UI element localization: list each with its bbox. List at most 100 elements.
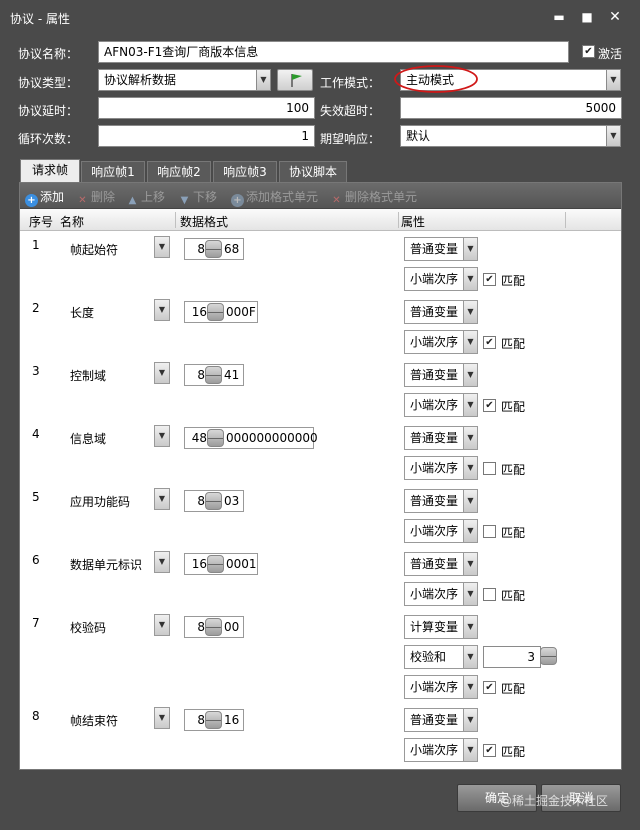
data-format-field[interactable]: 48 000000000000 [184,427,318,449]
delete-format-unit-button[interactable]: ✕ 删除格式单元 [330,188,417,207]
chevron-down-icon[interactable]: ▼ [606,125,621,147]
variable-type-select[interactable]: 普通变量 ▼ [404,237,478,261]
data-format-field[interactable]: 16 000F [184,301,258,323]
byte-order-select[interactable]: 小端次序 ▼ [404,675,478,699]
chevron-down-icon[interactable]: ▼ [463,645,478,669]
chevron-down-icon[interactable]: ▼ [463,456,478,480]
tab-response-frame-1[interactable]: 响应帧1 [81,161,145,183]
move-down-button[interactable]: ▼ 下移 [178,188,217,207]
chevron-down-icon[interactable]: ▼ [154,299,170,321]
match-checkbox[interactable]: ✔ [483,681,496,694]
maximize-icon[interactable]: ■ [578,8,596,26]
chevron-down-icon[interactable]: ▼ [463,708,478,732]
byte-order-select[interactable]: 小端次序 ▼ [404,519,478,543]
calc-method-select[interactable]: 校验和 ▼ [404,645,478,669]
chevron-down-icon[interactable]: ▼ [606,69,621,91]
chevron-down-icon[interactable]: ▼ [463,738,478,762]
stepper-knob[interactable] [540,647,557,665]
data-format-field[interactable]: 8 00 [184,616,244,638]
tab-protocol-script[interactable]: 协议脚本 [279,161,347,183]
name-input[interactable]: AFN03-F1查询厂商版本信息 [98,41,569,63]
data-format-field[interactable]: 8 03 [184,490,244,512]
byte-order-select[interactable]: 小端次序 ▼ [404,330,478,354]
match-checkbox[interactable]: ✔ [483,744,496,757]
match-checkbox[interactable]: ✔ [483,336,496,349]
variable-type-select[interactable]: 普通变量 ▼ [404,300,478,324]
chevron-down-icon[interactable]: ▼ [463,615,478,639]
variable-type-select[interactable]: 普通变量 ▼ [404,552,478,576]
byte-order-select[interactable]: 小端次序 ▼ [404,393,478,417]
data-format-field[interactable]: 16 0001 [184,553,258,575]
chevron-down-icon[interactable]: ▼ [463,552,478,576]
match-label: 匹配 [501,274,526,288]
chevron-down-icon[interactable]: ▼ [154,488,170,510]
format-knob[interactable] [205,618,222,636]
byte-order-select[interactable]: 小端次序 ▼ [404,582,478,606]
chevron-down-icon[interactable]: ▼ [154,551,170,573]
match-checkbox[interactable] [483,525,496,538]
match-checkbox[interactable]: ✔ [483,273,496,286]
variable-type-select[interactable]: 普通变量 ▼ [404,708,478,732]
chevron-down-icon[interactable]: ▼ [463,426,478,450]
format-knob[interactable] [207,303,224,321]
title-bar: 协议 - 属性 ▬ ■ ✕ [0,0,640,34]
add-format-unit-button[interactable]: + 添加格式单元 [231,188,318,207]
format-knob[interactable] [205,366,222,384]
variable-type-select[interactable]: 普通变量 ▼ [404,363,478,387]
chevron-down-icon[interactable]: ▼ [463,489,478,513]
expect-select[interactable]: 默认 [400,125,608,147]
chevron-down-icon[interactable]: ▼ [463,237,478,261]
row-name: 信息域 [70,432,107,446]
chevron-down-icon[interactable]: ▼ [463,363,478,387]
loop-input[interactable]: 1 [98,125,315,147]
activate-checkbox[interactable]: ✔ [582,45,595,58]
chevron-down-icon[interactable]: ▼ [154,236,170,258]
chevron-down-icon[interactable]: ▼ [463,300,478,324]
type-select[interactable]: 协议解析数据 [98,69,258,91]
byte-order-select[interactable]: 小端次序 ▼ [404,738,478,762]
chevron-down-icon[interactable]: ▼ [463,267,478,291]
chevron-down-icon[interactable]: ▼ [154,362,170,384]
add-button[interactable]: + 添加 [25,188,64,207]
format-knob[interactable] [205,711,222,729]
row-seq: 7 [32,616,40,630]
data-format-field[interactable]: 8 41 [184,364,244,386]
variable-type-select[interactable]: 普通变量 ▼ [404,489,478,513]
match-checkbox[interactable] [483,588,496,601]
chevron-down-icon[interactable]: ▼ [154,425,170,447]
close-icon[interactable]: ✕ [606,8,624,26]
match-checkbox[interactable] [483,462,496,475]
byte-order-select[interactable]: 小端次序 ▼ [404,456,478,480]
chevron-down-icon[interactable]: ▼ [463,675,478,699]
tab-response-frame-2[interactable]: 响应帧2 [147,161,211,183]
flag-button[interactable] [277,69,313,91]
data-format-field[interactable]: 8 68 [184,238,244,260]
delay-input[interactable]: 100 [98,97,315,119]
variable-type-select[interactable]: 计算变量 ▼ [404,615,478,639]
highlight-ellipse [394,65,478,93]
calc-number-input[interactable]: 3 [483,646,541,668]
tab-request-frame[interactable]: 请求帧 [20,159,80,183]
format-knob[interactable] [207,555,224,573]
format-knob[interactable] [207,429,224,447]
delete-button[interactable]: ✕ 删除 [76,188,115,207]
chevron-down-icon[interactable]: ▼ [463,582,478,606]
variable-type-select[interactable]: 普通变量 ▼ [404,426,478,450]
format-knob[interactable] [205,492,222,510]
match-label: 匹配 [501,589,526,603]
minimize-icon[interactable]: ▬ [550,8,568,26]
chevron-down-icon[interactable]: ▼ [154,707,170,729]
tab-response-frame-3[interactable]: 响应帧3 [213,161,277,183]
chevron-down-icon[interactable]: ▼ [463,330,478,354]
chevron-down-icon[interactable]: ▼ [256,69,271,91]
chevron-down-icon[interactable]: ▼ [463,519,478,543]
byte-order-select[interactable]: 小端次序 ▼ [404,267,478,291]
match-checkbox[interactable]: ✔ [483,399,496,412]
chevron-down-icon[interactable]: ▼ [463,393,478,417]
match-label: 匹配 [501,463,526,477]
chevron-down-icon[interactable]: ▼ [154,614,170,636]
timeout-input[interactable]: 5000 [400,97,622,119]
format-knob[interactable] [205,240,222,258]
data-format-field[interactable]: 8 16 [184,709,244,731]
move-up-button[interactable]: ▲ 上移 [126,188,165,207]
